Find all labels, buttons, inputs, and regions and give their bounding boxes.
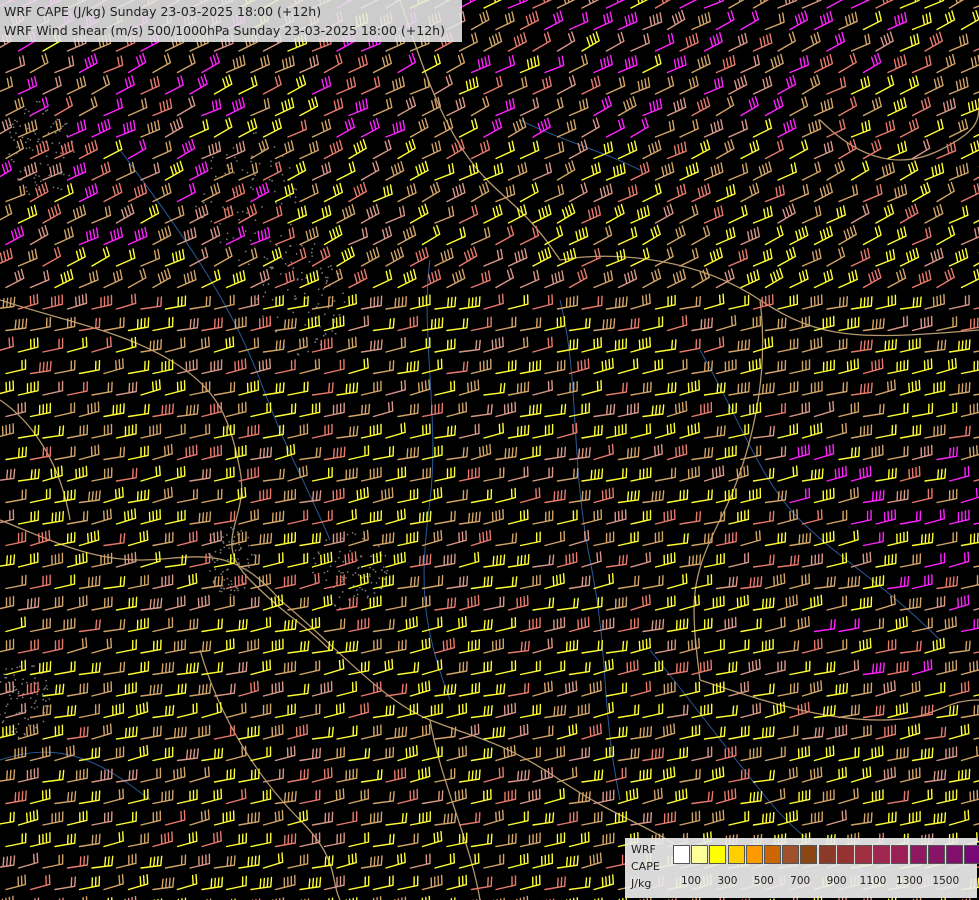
legend-label-model: WRF: [631, 843, 656, 856]
legend-swatch: [782, 845, 799, 864]
legend-tick-label: 1500: [932, 875, 959, 887]
legend-tick-label: 1300: [896, 875, 923, 887]
legend-swatch: [891, 845, 908, 864]
legend-swatch: [910, 845, 927, 864]
legend-swatch: [819, 845, 836, 864]
legend-swatch: [800, 845, 817, 864]
legend-tick-label: 300: [717, 875, 737, 887]
legend-tick-label: 900: [827, 875, 847, 887]
legend-tick-label: 500: [754, 875, 774, 887]
legend-tick-label: 700: [790, 875, 810, 887]
legend-swatch: [764, 845, 781, 864]
legend-swatch: [728, 845, 745, 864]
legend-swatch: [746, 845, 763, 864]
map-title-cape: WRF CAPE (J/kg) Sunday 23-03-2025 18:00 …: [4, 4, 321, 19]
cape-legend: WRF CAPE J/kg 100 300 500 700 900 1100 1300 150…: [625, 838, 977, 898]
legend-swatch: [673, 845, 690, 864]
legend-swatch: [855, 845, 872, 864]
legend-swatch: [964, 845, 979, 864]
map-title-wind-shear: WRF Wind shear (m/s) 500/1000hPa Sunday …: [4, 23, 445, 38]
legend-swatch: [709, 845, 726, 864]
legend-swatch: [873, 845, 890, 864]
legend-label-unit: J/kg: [631, 877, 651, 890]
map-title-box: WRF CAPE (J/kg) Sunday 23-03-2025 18:00 …: [0, 0, 462, 42]
legend-tick-label: 1100: [860, 875, 887, 887]
legend-swatch: [691, 845, 708, 864]
map-view: [0, 0, 979, 900]
legend-swatch: [837, 845, 854, 864]
legend-tick-label: 100: [681, 875, 701, 887]
legend-label-variable: CAPE: [631, 860, 660, 873]
legend-swatch: [928, 845, 945, 864]
legend-swatch: [946, 845, 963, 864]
